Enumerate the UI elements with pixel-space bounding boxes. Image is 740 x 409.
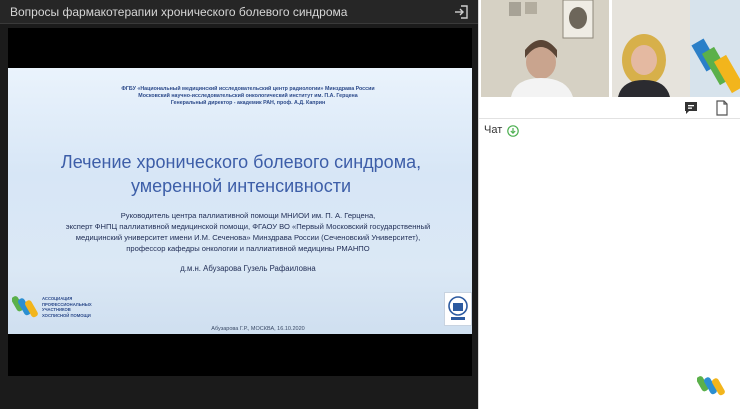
participant-1-video-frame-icon <box>481 0 609 97</box>
slide-author: д.м.н. Абузарова Гузель Рафаиловна <box>180 264 316 273</box>
slide-speaker-info: Руководитель центра паллиативной помощи … <box>48 210 448 254</box>
participant-video-1[interactable] <box>481 0 609 97</box>
presentation-slide: ФГБУ «Национальный медицинский исследова… <box>8 68 472 334</box>
presentation-title-bar: Вопросы фармакотерапии хронического боле… <box>0 0 478 24</box>
chat-icon <box>685 102 697 114</box>
association-line: ХОСПИСНОЙ ПОМОЩИ <box>42 312 91 318</box>
slide-title-line: умеренной интенсивности <box>130 176 351 196</box>
association-name: АССОЦИАЦИЯ ПРОФЕССИОНАЛЬНЫХ УЧАСТНИКОВ Х… <box>42 296 112 318</box>
slide-body-line: медицинский университет имени И.М. Сечен… <box>75 233 421 242</box>
hospice-brand-icon <box>696 376 725 396</box>
slide-title-line: Лечение хронического болевого синдрома, <box>60 152 422 172</box>
brand-logo <box>696 370 725 400</box>
participant-video-2[interactable] <box>612 0 740 97</box>
slide-header-line: Генеральный директор - академик РАН, про… <box>170 100 326 106</box>
slide-footer: Абузарова Г.Р., МОСКВА, 16.10.2020 <box>211 326 305 332</box>
conference-app: Вопросы фармакотерапии хронического боле… <box>0 0 740 409</box>
panel-toolbar <box>479 97 740 119</box>
files-tab-button[interactable] <box>715 100 729 116</box>
presentation-title: Вопросы фармакотерапии хронического боле… <box>10 5 348 19</box>
chat-tab-button[interactable] <box>683 100 699 116</box>
participant-2-video-frame-icon <box>612 0 740 97</box>
slide-title: Лечение хронического болевого синдрома, … <box>28 150 454 198</box>
slide-header-line: ФГБУ «Национальный медицинский исследова… <box>121 86 375 92</box>
download-icon <box>507 125 519 137</box>
institute-logo <box>444 292 472 326</box>
institute-emblem-icon <box>448 296 468 320</box>
exit-button[interactable] <box>452 3 472 21</box>
file-icon <box>716 100 728 116</box>
hospice-logo-icon <box>12 296 38 318</box>
association-logo: АССОЦИАЦИЯ ПРОФЕССИОНАЛЬНЫХ УЧАСТНИКОВ Х… <box>12 290 112 330</box>
side-panel: Чат <box>478 0 740 409</box>
slide-body-line: Руководитель центра паллиативной помощи … <box>120 211 376 220</box>
chat-title: Чат <box>484 124 503 136</box>
slide-header: ФГБУ «Национальный медицинский исследова… <box>78 86 418 107</box>
chat-download-button[interactable] <box>507 124 519 137</box>
slide-body-line: эксперт ФНПЦ паллиативной медицинской по… <box>65 222 431 231</box>
exit-icon <box>455 5 468 19</box>
slide-body-line: профессор кафедры онкологии и паллиативн… <box>126 244 370 253</box>
slide-header-line: Московский научно-исследовательский онко… <box>138 93 358 99</box>
presentation-panel: Вопросы фармакотерапии хронического боле… <box>0 0 478 409</box>
